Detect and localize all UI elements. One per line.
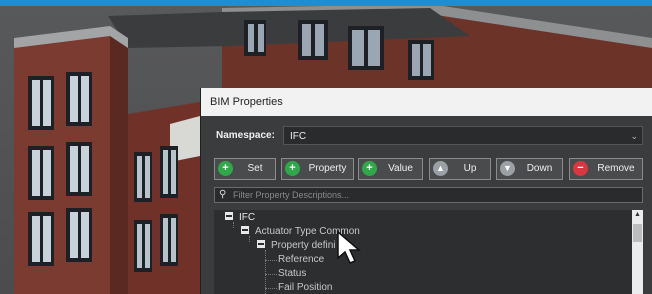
arrow-down-icon: ▼ xyxy=(500,161,515,176)
namespace-value: IFC xyxy=(290,131,307,142)
button-label: Down xyxy=(526,163,553,174)
plus-icon: + xyxy=(285,161,300,176)
scroll-up-icon[interactable]: ▲ xyxy=(632,210,643,220)
dialog-title[interactable]: BIM Properties xyxy=(201,88,652,116)
plus-icon: + xyxy=(362,161,377,176)
add-property-button[interactable]: + Property xyxy=(281,158,354,180)
add-set-button[interactable]: + Set xyxy=(214,158,276,180)
button-label: Up xyxy=(463,163,477,174)
dialog-body: Namespace: IFC ⌄ + Set + Property + Valu… xyxy=(201,116,652,294)
collapse-icon[interactable] xyxy=(241,226,249,234)
button-label: Set xyxy=(247,163,263,174)
filter-box[interactable]: ⚲ xyxy=(214,187,643,203)
tree-node-fail-position[interactable]: Fail Position xyxy=(278,282,332,294)
button-label: Property xyxy=(308,163,347,174)
move-up-button[interactable]: ▲ Up xyxy=(429,158,491,180)
remove-button[interactable]: − Remove xyxy=(569,158,643,180)
tree-node-label: Property defini xyxy=(271,240,336,251)
tree-node-ifc[interactable]: IFC xyxy=(225,212,255,226)
plus-icon: + xyxy=(218,161,233,176)
tree-node-label: Reference xyxy=(278,254,325,265)
chevron-down-icon: ⌄ xyxy=(630,131,638,141)
move-down-button[interactable]: ▼ Down xyxy=(496,158,563,180)
search-icon: ⚲ xyxy=(219,189,227,200)
collapse-icon[interactable] xyxy=(225,212,233,220)
add-value-button[interactable]: + Value xyxy=(358,158,423,180)
button-label: Remove xyxy=(597,163,635,174)
tree-node-label: IFC xyxy=(239,212,256,223)
mouse-cursor-icon xyxy=(337,230,362,264)
namespace-label: Namespace: xyxy=(216,130,275,141)
namespace-select[interactable]: IFC ⌄ xyxy=(283,126,643,145)
property-tree[interactable]: IFC Actuator Type Common Property defini… xyxy=(214,210,632,294)
minus-icon: − xyxy=(573,161,588,176)
collapse-icon[interactable] xyxy=(257,240,265,248)
button-label: Value xyxy=(388,163,413,174)
tree-node-reference[interactable]: Reference xyxy=(278,254,324,268)
filter-input[interactable] xyxy=(233,188,633,202)
arrow-up-icon: ▲ xyxy=(433,161,448,176)
bim-properties-dialog: BIM Properties Namespace: IFC ⌄ + Set + … xyxy=(200,88,652,294)
tree-node-label: Status xyxy=(278,268,307,279)
tree-node-status[interactable]: Status xyxy=(278,268,306,282)
tree-node-label: Fail Position xyxy=(278,282,333,293)
scroll-thumb[interactable] xyxy=(633,224,642,242)
tree-scrollbar[interactable]: ▲ xyxy=(632,210,643,294)
tree-node-property-definitions[interactable]: Property defini xyxy=(257,240,335,254)
